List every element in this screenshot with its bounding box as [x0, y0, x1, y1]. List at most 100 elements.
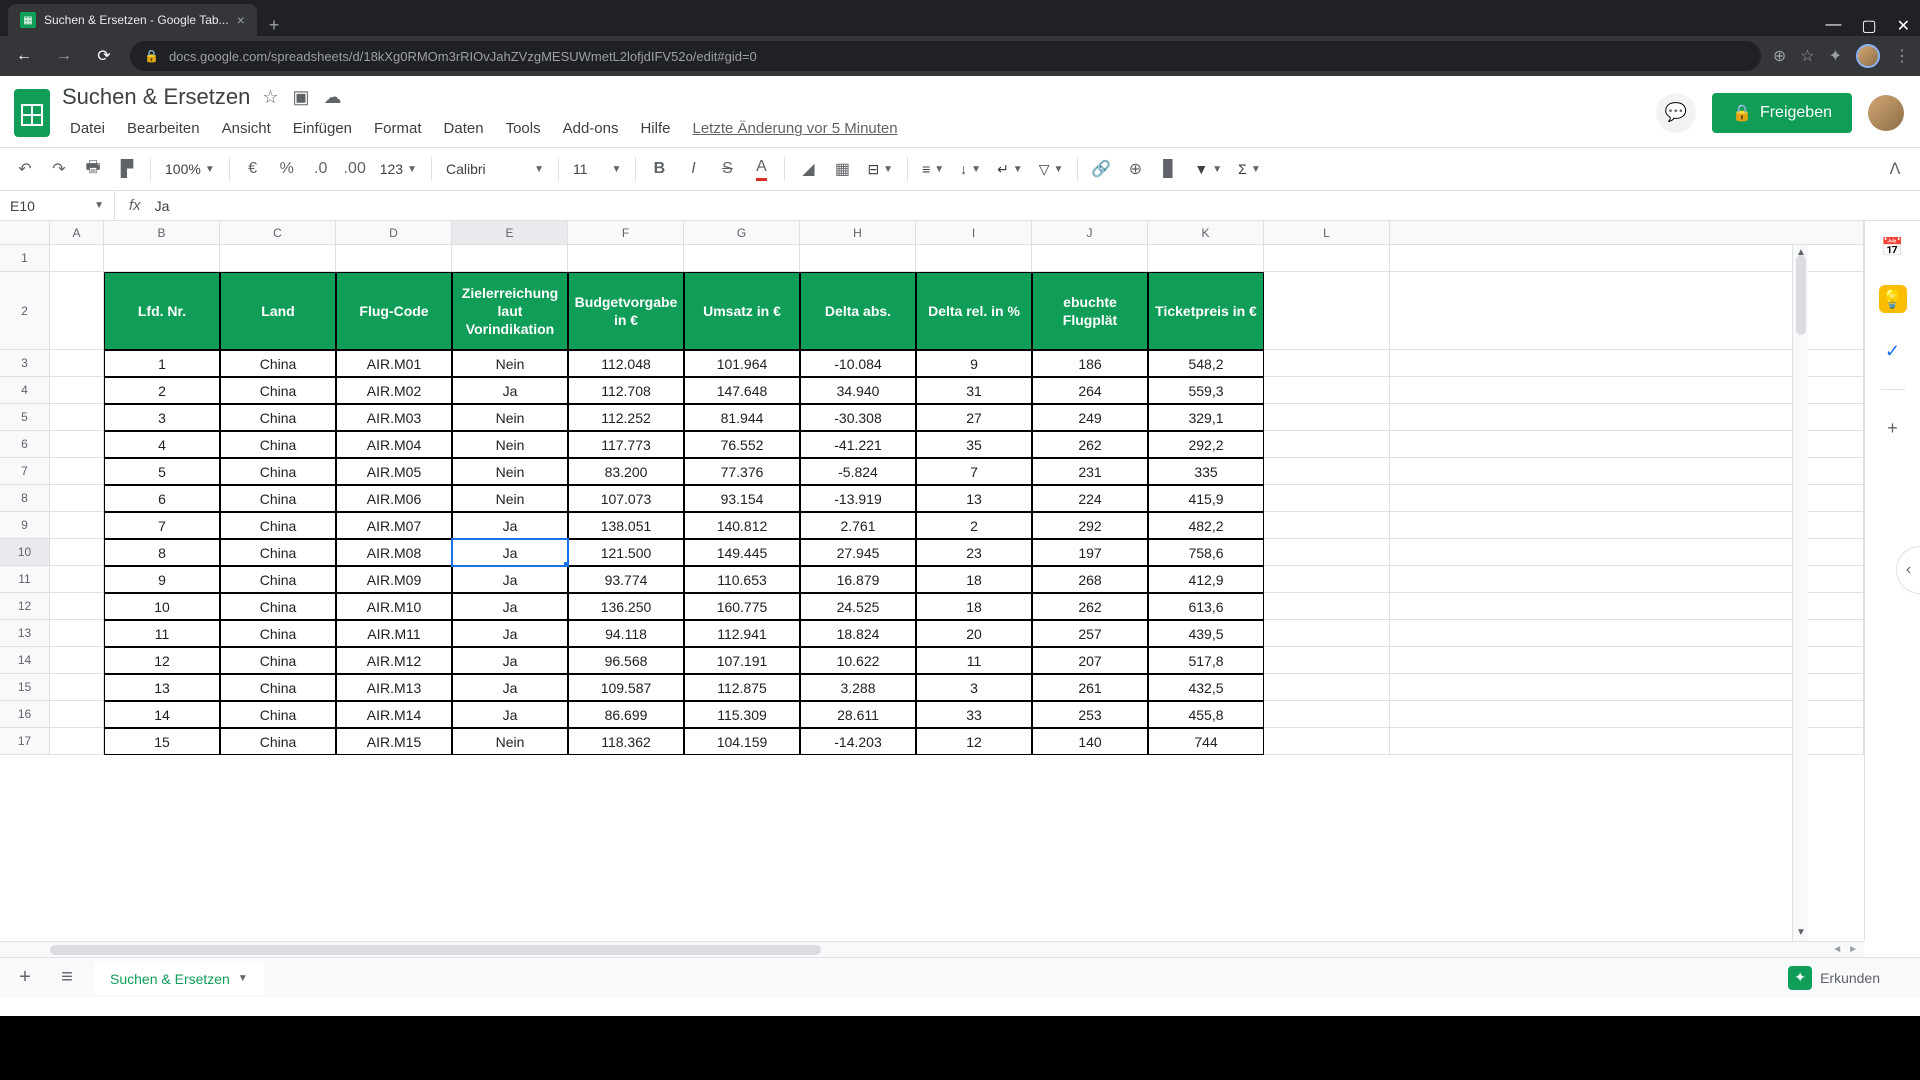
- percent-icon[interactable]: %: [272, 154, 302, 184]
- cell[interactable]: [50, 512, 104, 539]
- cell[interactable]: [1148, 245, 1264, 272]
- col-header[interactable]: I: [916, 221, 1032, 244]
- cell[interactable]: 412,9: [1148, 566, 1264, 593]
- cell[interactable]: [336, 245, 452, 272]
- cell[interactable]: [1264, 674, 1390, 701]
- cell[interactable]: 12: [916, 728, 1032, 755]
- col-header[interactable]: A: [50, 221, 104, 244]
- cell[interactable]: -14.203: [800, 728, 916, 755]
- cell[interactable]: Ja: [452, 539, 568, 566]
- cell[interactable]: 249: [1032, 404, 1148, 431]
- share-button[interactable]: 🔒 Freigeben: [1712, 93, 1852, 133]
- row-header[interactable]: 14: [0, 647, 50, 674]
- cell[interactable]: 261: [1032, 674, 1148, 701]
- cell[interactable]: 9: [104, 566, 220, 593]
- url-input[interactable]: 🔒 docs.google.com/spreadsheets/d/18kXg0R…: [130, 41, 1761, 71]
- cell[interactable]: [104, 245, 220, 272]
- cell[interactable]: 5: [104, 458, 220, 485]
- last-edit-link[interactable]: Letzte Änderung vor 5 Minuten: [684, 116, 905, 141]
- cell[interactable]: AIR.M12: [336, 647, 452, 674]
- cell[interactable]: AIR.M10: [336, 593, 452, 620]
- cell[interactable]: 18.824: [800, 620, 916, 647]
- user-avatar-icon[interactable]: [1868, 95, 1904, 131]
- menu-daten[interactable]: Daten: [436, 116, 492, 141]
- cell[interactable]: 4: [104, 431, 220, 458]
- cell[interactable]: China: [220, 539, 336, 566]
- cell[interactable]: Nein: [452, 350, 568, 377]
- cell[interactable]: 224: [1032, 485, 1148, 512]
- select-all-corner[interactable]: [0, 221, 50, 244]
- rotate-dropdown[interactable]: ▽▼: [1033, 154, 1070, 184]
- cell[interactable]: 329,1: [1148, 404, 1264, 431]
- undo-icon[interactable]: ↶: [10, 154, 40, 184]
- cell[interactable]: [1264, 539, 1390, 566]
- col-header[interactable]: L: [1264, 221, 1390, 244]
- fill-color-icon[interactable]: ◢: [793, 154, 823, 184]
- cell[interactable]: [50, 245, 104, 272]
- cell[interactable]: 23: [916, 539, 1032, 566]
- cell[interactable]: AIR.M11: [336, 620, 452, 647]
- cell[interactable]: China: [220, 512, 336, 539]
- row-header[interactable]: 7: [0, 458, 50, 485]
- cell[interactable]: 121.500: [568, 539, 684, 566]
- cell[interactable]: AIR.M09: [336, 566, 452, 593]
- cell[interactable]: -30.308: [800, 404, 916, 431]
- cell[interactable]: China: [220, 647, 336, 674]
- cell[interactable]: 3: [104, 404, 220, 431]
- col-header[interactable]: C: [220, 221, 336, 244]
- filter-dropdown[interactable]: ▼▼: [1188, 154, 1228, 184]
- font-size-dropdown[interactable]: 11▼: [567, 154, 627, 184]
- cell[interactable]: 76.552: [684, 431, 800, 458]
- keep-addon-icon[interactable]: 💡: [1879, 285, 1907, 313]
- cell[interactable]: China: [220, 728, 336, 755]
- comments-button-icon[interactable]: 💬: [1656, 93, 1696, 133]
- cell[interactable]: -5.824: [800, 458, 916, 485]
- italic-icon[interactable]: I: [678, 154, 708, 184]
- cell[interactable]: [50, 701, 104, 728]
- cell[interactable]: 27.945: [800, 539, 916, 566]
- menu-ansicht[interactable]: Ansicht: [214, 116, 279, 141]
- cell[interactable]: Ja: [452, 701, 568, 728]
- cell[interactable]: 112.875: [684, 674, 800, 701]
- document-title[interactable]: Suchen & Ersetzen: [62, 84, 250, 110]
- column-title[interactable]: Ticketpreis in €: [1148, 272, 1264, 350]
- star-icon[interactable]: ☆: [262, 87, 278, 108]
- column-title[interactable]: Delta rel. in %: [916, 272, 1032, 350]
- col-header[interactable]: H: [800, 221, 916, 244]
- cell[interactable]: 613,6: [1148, 593, 1264, 620]
- cell[interactable]: [50, 647, 104, 674]
- cell[interactable]: 86.699: [568, 701, 684, 728]
- cell[interactable]: 9: [916, 350, 1032, 377]
- hscroll-thumb[interactable]: [50, 945, 821, 955]
- cell[interactable]: 197: [1032, 539, 1148, 566]
- cell[interactable]: 253: [1032, 701, 1148, 728]
- cell[interactable]: 186: [1032, 350, 1148, 377]
- cell[interactable]: [1264, 512, 1390, 539]
- cell[interactable]: 548,2: [1148, 350, 1264, 377]
- cell[interactable]: 140: [1032, 728, 1148, 755]
- cell[interactable]: 1: [104, 350, 220, 377]
- cell[interactable]: 439,5: [1148, 620, 1264, 647]
- row-header[interactable]: 4: [0, 377, 50, 404]
- cell[interactable]: 112.048: [568, 350, 684, 377]
- cell[interactable]: [1264, 593, 1390, 620]
- row-header[interactable]: 5: [0, 404, 50, 431]
- row-header[interactable]: 8: [0, 485, 50, 512]
- column-title[interactable]: Zielerreichung laut Vorindikation: [452, 272, 568, 350]
- cell[interactable]: 27: [916, 404, 1032, 431]
- new-tab-button[interactable]: +: [257, 15, 292, 36]
- cell[interactable]: Ja: [452, 674, 568, 701]
- cell[interactable]: [50, 485, 104, 512]
- cell[interactable]: [50, 539, 104, 566]
- cell[interactable]: [50, 458, 104, 485]
- text-color-icon[interactable]: A: [746, 154, 776, 184]
- cell[interactable]: 11: [916, 647, 1032, 674]
- col-header[interactable]: D: [336, 221, 452, 244]
- scroll-down-icon[interactable]: ▼: [1793, 925, 1809, 941]
- col-header[interactable]: J: [1032, 221, 1148, 244]
- cell[interactable]: Ja: [452, 512, 568, 539]
- cell[interactable]: [916, 245, 1032, 272]
- cell[interactable]: [1264, 431, 1390, 458]
- cell[interactable]: 107.191: [684, 647, 800, 674]
- cell[interactable]: 115.309: [684, 701, 800, 728]
